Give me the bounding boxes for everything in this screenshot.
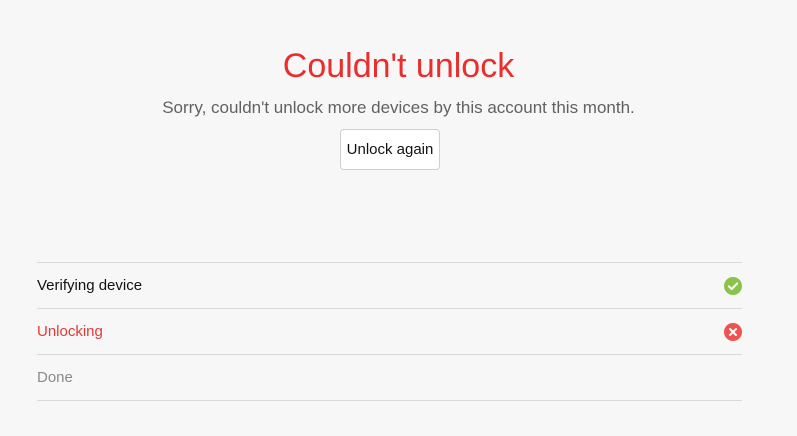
error-message: Sorry, couldn't unlock more devices by t… [162, 98, 635, 117]
step-done: Done [37, 355, 742, 401]
unlock-again-button[interactable]: Unlock again [340, 129, 440, 170]
step-verifying-device: Verifying device [37, 263, 742, 309]
error-circle-icon [724, 323, 742, 341]
check-circle-icon [724, 277, 742, 295]
step-label: Unlocking [37, 323, 103, 340]
unlock-steps-list: Verifying device Unlocking Done [37, 262, 742, 401]
step-unlocking: Unlocking [37, 309, 742, 355]
step-label: Verifying device [37, 277, 143, 294]
step-label: Done [37, 369, 73, 386]
page-title: Couldn't unlock [282, 47, 515, 85]
